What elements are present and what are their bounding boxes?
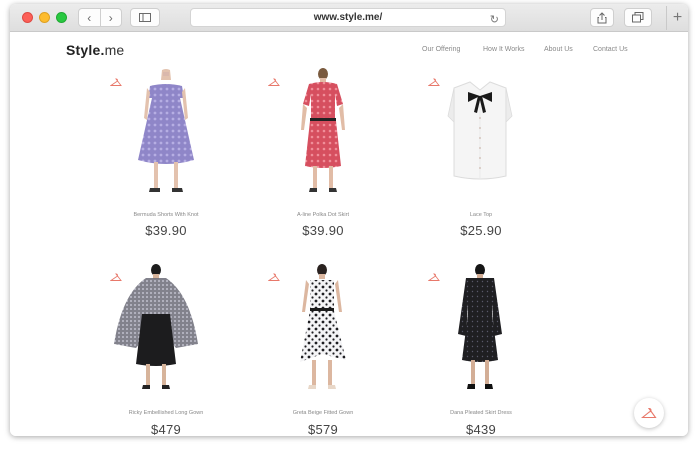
product-image-lace-top[interactable] — [430, 76, 530, 206]
product-image-dana-pleated-dress[interactable] — [430, 264, 530, 394]
browser-window: ‹ › www.style.me/ ↻ + Style.me Our Offer… — [10, 4, 688, 436]
product-price: $39.90 — [302, 223, 344, 238]
site-logo[interactable]: Style.me — [66, 42, 124, 58]
product-name[interactable]: Dana Pleated Skirt Dress — [406, 410, 556, 416]
sidebar-icon — [139, 13, 151, 22]
sidebar-toggle-button[interactable] — [130, 8, 160, 27]
product-image-polka-dot-skirt[interactable] — [273, 68, 373, 198]
show-tabs-button[interactable] — [624, 8, 652, 27]
product-name[interactable]: Greta Beige Fitted Gown — [248, 410, 398, 416]
tabs-icon — [632, 12, 644, 23]
hanger-icon — [641, 407, 657, 419]
wardrobe-fab-button[interactable] — [634, 398, 664, 428]
nav-our-offering[interactable]: Our Offering — [422, 46, 460, 53]
share-icon — [597, 11, 607, 23]
product-price: $579 — [307, 422, 339, 436]
history-nav: ‹ › — [78, 8, 122, 27]
new-tab-button[interactable]: + — [666, 6, 688, 30]
product-price: $25.90 — [460, 223, 502, 238]
store-page: Style.me Our Offering How It Works About… — [10, 32, 688, 436]
url-text: www.style.me/ — [313, 12, 383, 23]
nav-how-it-works[interactable]: How It Works — [483, 46, 525, 53]
minimize-window-button[interactable] — [39, 12, 50, 23]
address-bar[interactable]: www.style.me/ ↻ — [190, 8, 506, 27]
nav-contact-us[interactable]: Contact Us — [593, 46, 628, 53]
forward-icon[interactable]: › — [100, 11, 121, 25]
product-image-bermuda-shorts[interactable] — [116, 68, 216, 198]
nav-about-us[interactable]: About Us — [544, 46, 573, 53]
zoom-window-button[interactable] — [56, 12, 67, 23]
product-image-greta-fitted-gown[interactable] — [272, 264, 372, 394]
product-name[interactable]: Bermuda Shorts With Knot — [91, 212, 241, 218]
product-name[interactable]: A-line Polka Dot Skirt — [248, 212, 398, 218]
browser-toolbar: ‹ › www.style.me/ ↻ + — [10, 4, 688, 32]
reload-icon[interactable]: ↻ — [490, 11, 499, 29]
product-price: $439 — [465, 422, 497, 436]
product-name[interactable]: Ricky Embellished Long Gown — [91, 410, 241, 416]
product-image-ricky-long-gown[interactable] — [106, 264, 206, 394]
back-icon[interactable]: ‹ — [79, 11, 100, 25]
share-button[interactable] — [590, 8, 614, 27]
close-window-button[interactable] — [22, 12, 33, 23]
product-price: $479 — [150, 422, 182, 436]
product-price: $39.90 — [145, 223, 187, 238]
product-name[interactable]: Lace Top — [406, 212, 556, 218]
